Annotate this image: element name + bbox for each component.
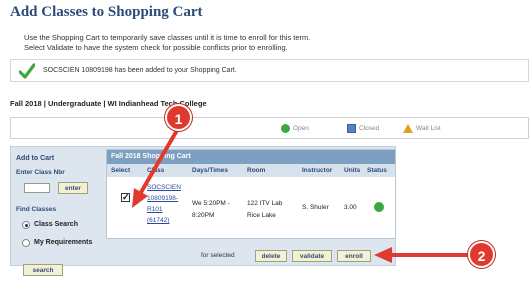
class-link-line[interactable]: 10809198- xyxy=(147,193,181,204)
enter-button[interactable]: enter xyxy=(58,182,88,194)
instruction-text: Select Validate to have the system check… xyxy=(24,43,288,52)
legend-wait-list: Wait List xyxy=(403,124,441,133)
enter-class-nbr-label: Enter Class Nbr xyxy=(16,169,65,176)
shopping-cart-table: Fall 2018 Shopping Cart Select Class Day… xyxy=(106,149,396,239)
table-header: Select Class Days/Times Room Instructor … xyxy=(107,164,395,177)
class-search-label: Class Search xyxy=(34,221,78,228)
my-requirements-radio[interactable] xyxy=(22,239,30,247)
class-link[interactable]: SOCSCIEN 10809198- R101 (61742) xyxy=(147,182,181,226)
instruction-text: Use the Shopping Cart to temporarily sav… xyxy=(24,33,311,42)
col-status: Status xyxy=(367,167,387,174)
legend-closed-label: Closed xyxy=(359,125,380,132)
checkmark-icon xyxy=(19,63,35,79)
page-title: Add Classes to Shopping Cart xyxy=(10,4,203,20)
class-link-line[interactable]: SOCSCIEN xyxy=(147,182,181,193)
success-message: SOCSCIEN 10809198 has been added to your… xyxy=(10,59,529,82)
col-class: Class xyxy=(147,167,165,174)
open-icon xyxy=(281,124,290,133)
shopping-cart-panel: Add to Cart Enter Class Nbr enter Find C… xyxy=(10,146,396,276)
my-requirements-label: My Requirements xyxy=(34,239,93,246)
add-to-cart-header: Add to Cart xyxy=(16,155,55,162)
legend-closed: Closed xyxy=(347,124,379,133)
col-instructor: Instructor xyxy=(302,167,333,174)
days-times-cell: We 5:20PM - 8:20PM xyxy=(192,198,230,222)
select-checkbox[interactable]: ✓ xyxy=(121,193,130,202)
wait-list-icon xyxy=(403,124,413,133)
enroll-button[interactable]: enroll xyxy=(337,250,371,262)
class-nbr-input[interactable] xyxy=(24,183,50,193)
find-classes-label: Find Classes xyxy=(16,206,57,213)
times-line: 8:20PM xyxy=(192,212,215,219)
status-legend: Open Closed Wait List xyxy=(10,117,529,139)
col-select: Select xyxy=(111,167,131,174)
annotation-marker-2: 2 xyxy=(468,241,495,268)
campus-line: Rice Lake xyxy=(247,212,276,219)
days-line: We 5:20PM - xyxy=(192,200,230,207)
delete-button[interactable]: delete xyxy=(255,250,287,262)
col-room: Room xyxy=(247,167,266,174)
class-link-line[interactable]: R101 xyxy=(147,204,181,215)
class-link-line[interactable]: (61742) xyxy=(147,215,181,226)
legend-open: Open xyxy=(281,124,309,133)
units-cell: 3.00 xyxy=(344,204,357,211)
class-search-radio[interactable] xyxy=(22,221,30,229)
success-text: SOCSCIEN 10809198 has been added to your… xyxy=(43,67,237,74)
col-days-times: Days/Times xyxy=(192,167,229,174)
closed-icon xyxy=(347,124,356,133)
room-cell: 122 ITV Lab Rice Lake xyxy=(247,198,282,222)
room-line: 122 ITV Lab xyxy=(247,200,283,207)
cart-title: Fall 2018 Shopping Cart xyxy=(107,150,395,164)
col-units: Units xyxy=(344,167,361,174)
open-status-icon xyxy=(374,202,384,212)
annotation-marker-1: 1 xyxy=(165,104,192,131)
legend-open-label: Open xyxy=(293,125,309,132)
search-button[interactable]: search xyxy=(23,264,63,276)
validate-button[interactable]: validate xyxy=(292,250,332,262)
for-selected-label: for selected xyxy=(201,252,235,259)
instructor-cell: S. Shuler xyxy=(302,204,329,211)
legend-wait-list-label: Wait List xyxy=(416,125,441,132)
